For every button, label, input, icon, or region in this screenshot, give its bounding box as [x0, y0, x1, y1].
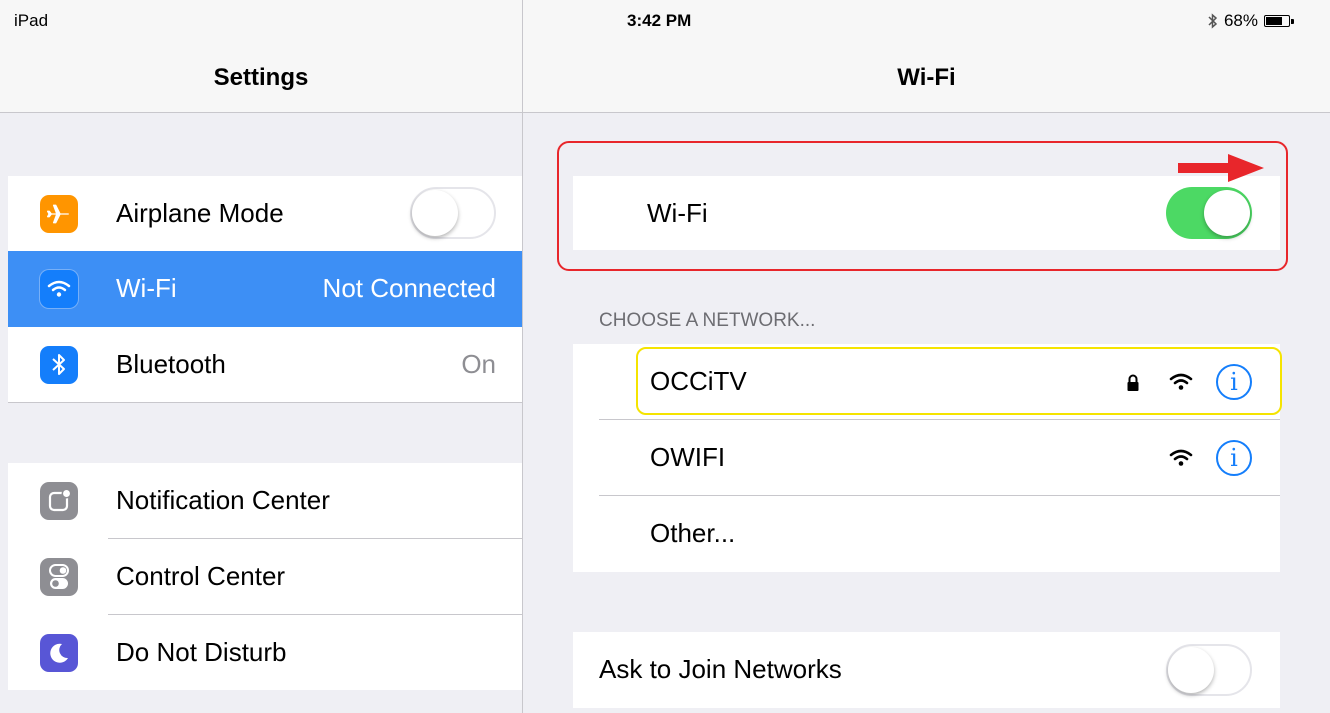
- sidebar-item-do-not-disturb[interactable]: Do Not Disturb: [8, 615, 522, 691]
- ask-to-join-label: Ask to Join Networks: [599, 654, 842, 684]
- settings-group-connectivity: Airplane Mode Wi-Fi Not Connected Blueto…: [8, 176, 522, 403]
- airplane-mode-toggle[interactable]: [410, 187, 496, 239]
- other-network-label: Other...: [650, 518, 736, 548]
- sidebar-item-wifi[interactable]: Wi-Fi Not Connected: [8, 251, 522, 327]
- annotation-yellow-box: [636, 347, 1282, 415]
- detail-title: Wi-Fi: [897, 64, 956, 91]
- settings-navbar: Settings: [0, 40, 522, 113]
- network-name: OWIFI: [650, 442, 726, 472]
- wifi-navbar: Wi-Fi: [523, 40, 1330, 113]
- sidebar-item-label: Control Center: [116, 561, 286, 591]
- airplane-icon: [40, 195, 78, 233]
- ask-to-join-row[interactable]: Ask to Join Networks: [573, 632, 1280, 708]
- sidebar-item-label: Do Not Disturb: [116, 637, 287, 667]
- sidebar-item-airplane-mode[interactable]: Airplane Mode: [8, 176, 522, 252]
- page-title: Settings: [213, 64, 309, 91]
- moon-icon: [40, 634, 78, 672]
- ask-to-join-toggle[interactable]: [1166, 644, 1252, 696]
- wifi-icon: [40, 270, 78, 308]
- bluetooth-icon: [40, 346, 78, 384]
- control-center-icon: [40, 558, 78, 596]
- sidebar-item-label: Notification Center: [116, 485, 330, 515]
- settings-pane: Settings Airplane Mode Wi-Fi Not Connect…: [0, 0, 522, 713]
- info-icon[interactable]: i: [1216, 440, 1252, 476]
- section-header: CHOOSE A NETWORK...: [599, 310, 816, 331]
- bluetooth-status-value: On: [461, 349, 496, 379]
- notification-center-icon: [40, 482, 78, 520]
- sidebar-item-control-center[interactable]: Control Center: [8, 539, 522, 615]
- wifi-signal-icon: [1169, 449, 1193, 466]
- settings-group-notifications: Notification Center Control Center Do No…: [8, 463, 522, 690]
- sidebar-item-label: Airplane Mode: [116, 198, 284, 228]
- network-row-owifi[interactable]: OWIFI i: [573, 420, 1280, 496]
- sidebar-item-notification-center[interactable]: Notification Center: [8, 463, 522, 539]
- sidebar-item-label: Wi-Fi: [116, 273, 177, 303]
- wifi-status-value: Not Connected: [322, 273, 496, 303]
- sidebar-item-bluetooth[interactable]: Bluetooth On: [8, 327, 522, 403]
- sidebar-item-label: Bluetooth: [116, 349, 226, 379]
- annotation-arrow-icon: [1178, 154, 1264, 182]
- network-row-other[interactable]: Other...: [573, 496, 1280, 572]
